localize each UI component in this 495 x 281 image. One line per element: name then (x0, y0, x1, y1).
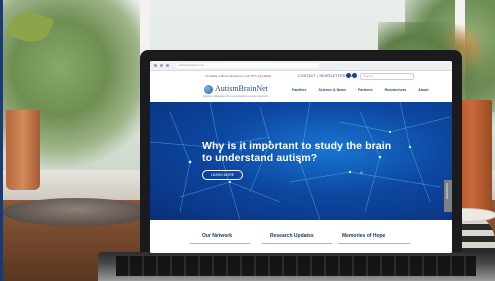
tab-divider (190, 243, 250, 244)
tab-our-network[interactable]: Our Network (202, 233, 232, 239)
feedback-tab-label: FEEDBACK (445, 183, 449, 200)
feedback-tab[interactable]: FEEDBACK (444, 180, 452, 212)
site-logo[interactable]: AutismBrainNet (215, 84, 268, 93)
laptop-screen: autismbrainnet.org To Make a Brain Donat… (150, 61, 452, 253)
edge-strip (0, 0, 3, 281)
tagline-text: To Make a Brain Donation, Call (205, 74, 251, 78)
twitter-icon[interactable] (352, 73, 357, 78)
nav-item-science-news[interactable]: Science & News (318, 88, 346, 92)
facebook-icon[interactable] (346, 73, 351, 78)
nav-item-partners[interactable]: Partners (358, 88, 373, 92)
nav-item-researchers[interactable]: Researchers (385, 88, 407, 92)
tab-memories-of-hope[interactable]: Memories of Hope (342, 233, 385, 239)
hero-title: Why is it important to study the brain t… (202, 140, 392, 164)
tab-research-updates[interactable]: Research Updates (270, 233, 314, 239)
utility-link-newsletter[interactable]: NEWSLETTER (319, 74, 345, 78)
feature-tabs: Our Network Research Updates Memories of… (150, 221, 452, 253)
nav-item-families[interactable]: Families (292, 88, 306, 92)
tab-divider (262, 243, 332, 244)
keyboard (116, 256, 476, 276)
utility-bar: To Make a Brain Donation, Call 877-333-0… (150, 71, 452, 80)
learn-more-button[interactable]: LEARN MORE (202, 170, 244, 180)
plant-pot-left (6, 110, 40, 190)
site-header: AutismBrainNet Helping understand the hu… (150, 80, 452, 102)
reload-icon[interactable] (166, 64, 169, 67)
main-nav: Families Science & News Partners Researc… (292, 88, 440, 92)
donation-tagline: To Make a Brain Donation, Call 877-333-0… (205, 74, 271, 78)
phone-number[interactable]: 877-333-0999 (251, 74, 271, 78)
forward-icon[interactable] (160, 64, 163, 67)
nav-item-about[interactable]: About (418, 88, 428, 92)
address-bar[interactable]: autismbrainnet.org (176, 63, 319, 68)
decorative-plate (2, 198, 152, 226)
logo-subtitle: Helping understand the human brain for a… (203, 95, 269, 98)
hero-banner: Why is it important to study the brain t… (150, 102, 452, 220)
browser-toolbar: autismbrainnet.org (150, 61, 452, 71)
photo-scene: autismbrainnet.org To Make a Brain Donat… (0, 0, 495, 281)
search-input[interactable]: Search (360, 73, 414, 80)
tab-divider (338, 243, 410, 244)
utility-link-contact[interactable]: CONTACT (298, 74, 316, 78)
back-icon[interactable] (154, 64, 157, 67)
logo-icon[interactable] (204, 85, 213, 94)
